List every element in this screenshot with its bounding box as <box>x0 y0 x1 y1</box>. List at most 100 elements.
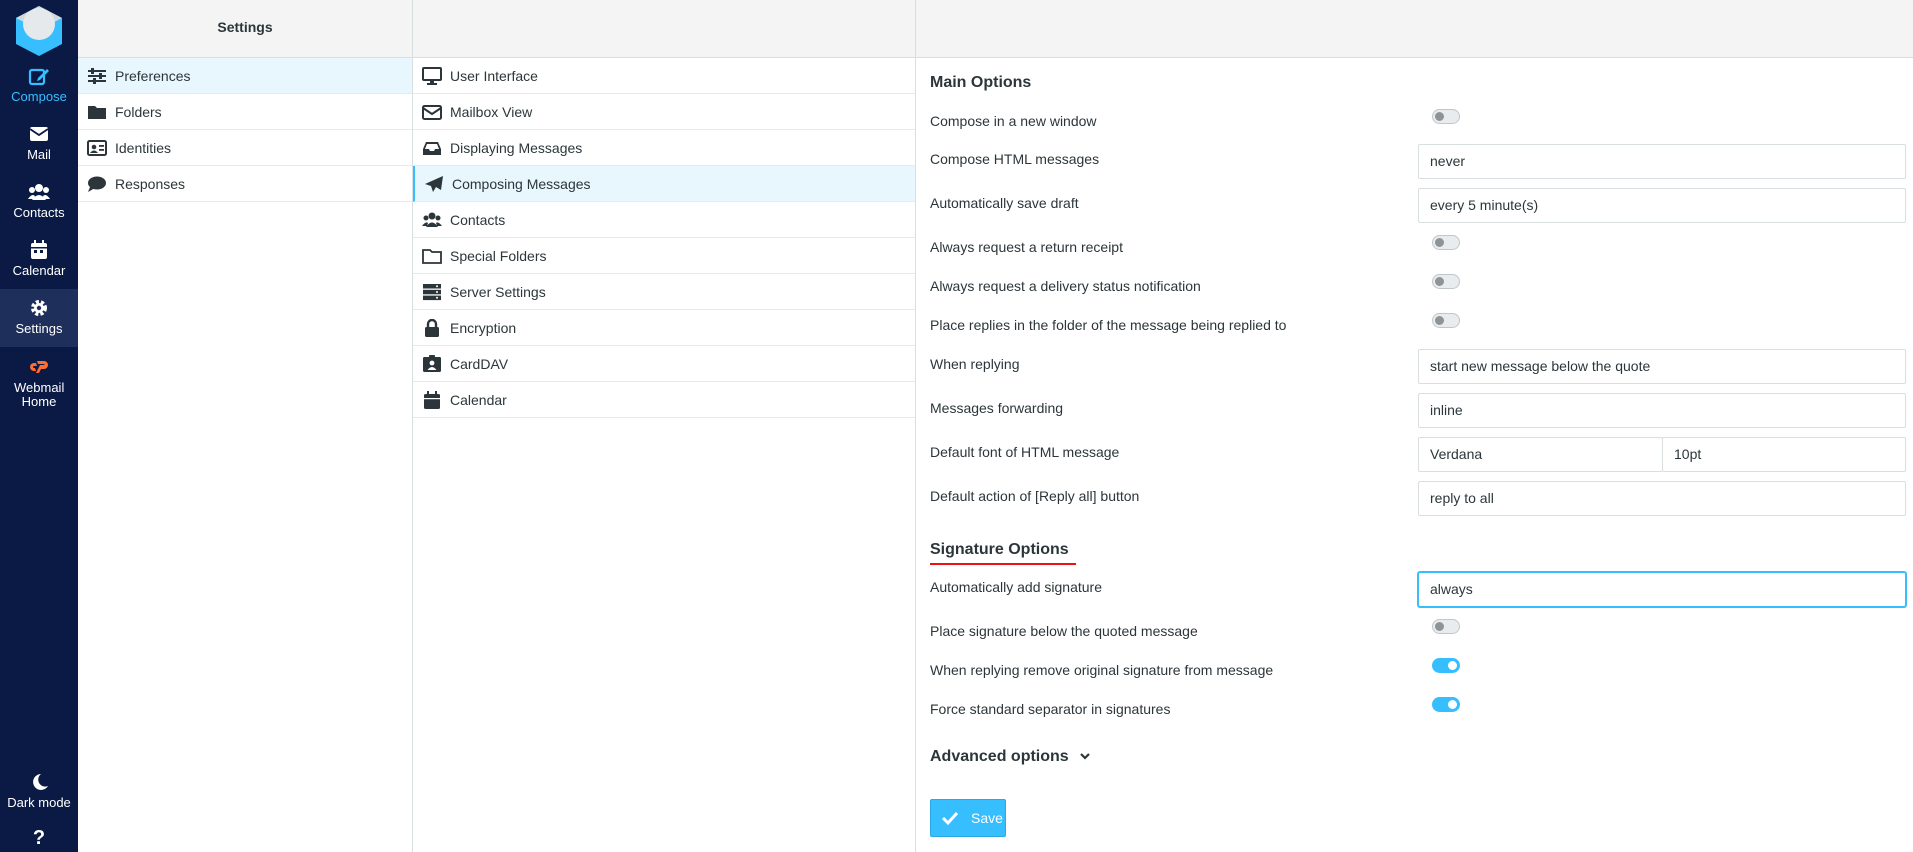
nav-settings[interactable]: Settings <box>0 289 78 347</box>
row-dsn: Always request a delivery status notific… <box>930 274 1900 313</box>
row-compose-html: Compose HTML messages never <box>930 144 1906 186</box>
save-button[interactable]: Save <box>930 799 1006 837</box>
return-receipt-toggle[interactable] <box>1432 235 1460 250</box>
users-icon <box>422 212 442 227</box>
section-label: User Interface <box>450 68 538 84</box>
app-logo-icon[interactable] <box>12 4 66 58</box>
calendar-icon <box>424 391 440 409</box>
settings-item-label: Responses <box>115 176 186 192</box>
advanced-options-toggle[interactable]: Advanced options <box>930 748 1091 766</box>
section-carddav[interactable]: CardDAV <box>413 346 915 382</box>
autosave-select[interactable]: every 5 minute(s) <box>1418 188 1906 223</box>
row-reply-mode: When replying start new message below th… <box>930 349 1906 391</box>
inbox-icon <box>423 142 441 155</box>
reply-same-folder-toggle[interactable] <box>1432 313 1460 328</box>
nav-mail[interactable]: Mail <box>0 124 78 162</box>
forward-mode-label: Messages forwarding <box>930 400 1064 416</box>
cpanel-icon <box>30 361 48 373</box>
calendar-icon <box>31 240 47 259</box>
settings-column: Settings Preferences Folders Identities … <box>78 0 413 852</box>
reply-all-select[interactable]: reply to all <box>1418 481 1906 516</box>
section-label: Displaying Messages <box>450 140 583 156</box>
settings-item-identities[interactable]: Identities <box>78 130 412 166</box>
row-reply-same-folder: Place replies in the folder of the messa… <box>930 313 1900 352</box>
auto-signature-select[interactable]: always <box>1418 572 1906 607</box>
section-special-folders[interactable]: Special Folders <box>413 238 915 274</box>
envelope-icon <box>29 127 49 141</box>
compose-html-label: Compose HTML messages <box>930 151 1100 167</box>
row-autosave: Automatically save draft every 5 minute(… <box>930 188 1906 230</box>
dsn-toggle[interactable] <box>1432 274 1460 289</box>
compose-new-window-toggle[interactable] <box>1432 109 1460 124</box>
section-label: Encryption <box>450 320 517 336</box>
section-label: Contacts <box>450 212 506 228</box>
settings-title: Settings <box>78 0 412 58</box>
nav-webmail-home-label: Webmail Home <box>14 380 65 409</box>
settings-item-label: Folders <box>115 104 162 120</box>
section-calendar[interactable]: Calendar <box>413 382 915 418</box>
auto-signature-label: Automatically add signature <box>930 579 1102 595</box>
row-return-receipt: Always request a return receipt <box>930 235 1900 274</box>
section-label: Server Settings <box>450 284 546 300</box>
sig-below-toggle[interactable] <box>1432 619 1460 634</box>
paper-plane-icon <box>425 176 443 192</box>
settings-item-preferences[interactable]: Preferences <box>78 58 412 94</box>
signature-options-title: Signature Options <box>930 541 1069 558</box>
settings-item-label: Identities <box>115 140 172 156</box>
save-label: Save <box>971 810 1003 826</box>
sliders-icon <box>88 68 106 84</box>
settings-item-label: Preferences <box>115 68 191 84</box>
main-options-title: Main Options <box>930 74 1032 91</box>
section-composing-messages[interactable]: Composing Messages <box>413 166 915 202</box>
section-label: CardDAV <box>450 356 509 372</box>
strip-signature-label: When replying remove original signature … <box>930 662 1274 678</box>
font-size-select[interactable]: 10pt <box>1662 437 1906 472</box>
settings-item-folders[interactable]: Folders <box>78 94 412 130</box>
compose-icon <box>28 68 49 86</box>
section-underline <box>930 563 1076 565</box>
section-server-settings[interactable]: Server Settings <box>413 274 915 310</box>
settings-item-responses[interactable]: Responses <box>78 166 412 202</box>
nav-contacts-label: Contacts <box>13 205 65 220</box>
row-compose-new-window: Compose in a new window <box>930 109 1900 148</box>
compose-new-window-label: Compose in a new window <box>930 113 1097 129</box>
nav-webmail-home[interactable]: Webmail Home <box>0 357 78 409</box>
server-icon <box>423 284 441 301</box>
sig-separator-toggle[interactable] <box>1432 697 1460 712</box>
section-contacts[interactable]: Contacts <box>413 202 915 238</box>
help-button[interactable]: ? <box>0 827 78 849</box>
nav-contacts[interactable]: Contacts <box>0 182 78 220</box>
sections-column: User Interface Mailbox View Displaying M… <box>413 0 916 852</box>
advanced-options-label: Advanced options <box>930 748 1069 765</box>
nav-settings-label: Settings <box>15 321 63 336</box>
return-receipt-label: Always request a return receipt <box>930 239 1123 255</box>
section-label: Composing Messages <box>452 176 591 192</box>
section-encryption[interactable]: Encryption <box>413 310 915 346</box>
nav-dark-mode[interactable]: Dark mode <box>0 772 78 810</box>
lock-icon <box>425 319 439 337</box>
panel-header <box>916 0 1913 58</box>
font-family-select[interactable]: Verdana <box>1418 437 1663 472</box>
compose-html-select[interactable]: never <box>1418 144 1906 179</box>
nav-calendar[interactable]: Calendar <box>0 240 78 278</box>
section-displaying-messages[interactable]: Displaying Messages <box>413 130 915 166</box>
id-card-icon <box>87 140 107 156</box>
row-sig-separator: Force standard separator in signatures <box>930 697 1900 736</box>
row-default-font: Default font of HTML message Verdana 10p… <box>930 437 1906 479</box>
envelope-icon <box>422 105 442 120</box>
row-strip-signature: When replying remove original signature … <box>930 658 1900 697</box>
reply-same-folder-label: Place replies in the folder of the messa… <box>930 317 1287 333</box>
nav-dark-mode-label: Dark mode <box>7 795 71 810</box>
row-sig-below: Place signature below the quoted message <box>930 619 1900 658</box>
nav-compose-label: Compose <box>11 89 67 104</box>
forward-mode-select[interactable]: inline <box>1418 393 1906 428</box>
folder-open-icon <box>422 249 442 264</box>
autosave-label: Automatically save draft <box>930 195 1079 211</box>
users-icon <box>28 184 50 200</box>
strip-signature-toggle[interactable] <box>1432 658 1460 673</box>
section-user-interface[interactable]: User Interface <box>413 58 915 94</box>
section-mailbox-view[interactable]: Mailbox View <box>413 94 915 130</box>
reply-mode-select[interactable]: start new message below the quote <box>1418 349 1906 384</box>
chevron-down-icon <box>1080 753 1090 760</box>
nav-compose[interactable]: Compose <box>0 66 78 104</box>
